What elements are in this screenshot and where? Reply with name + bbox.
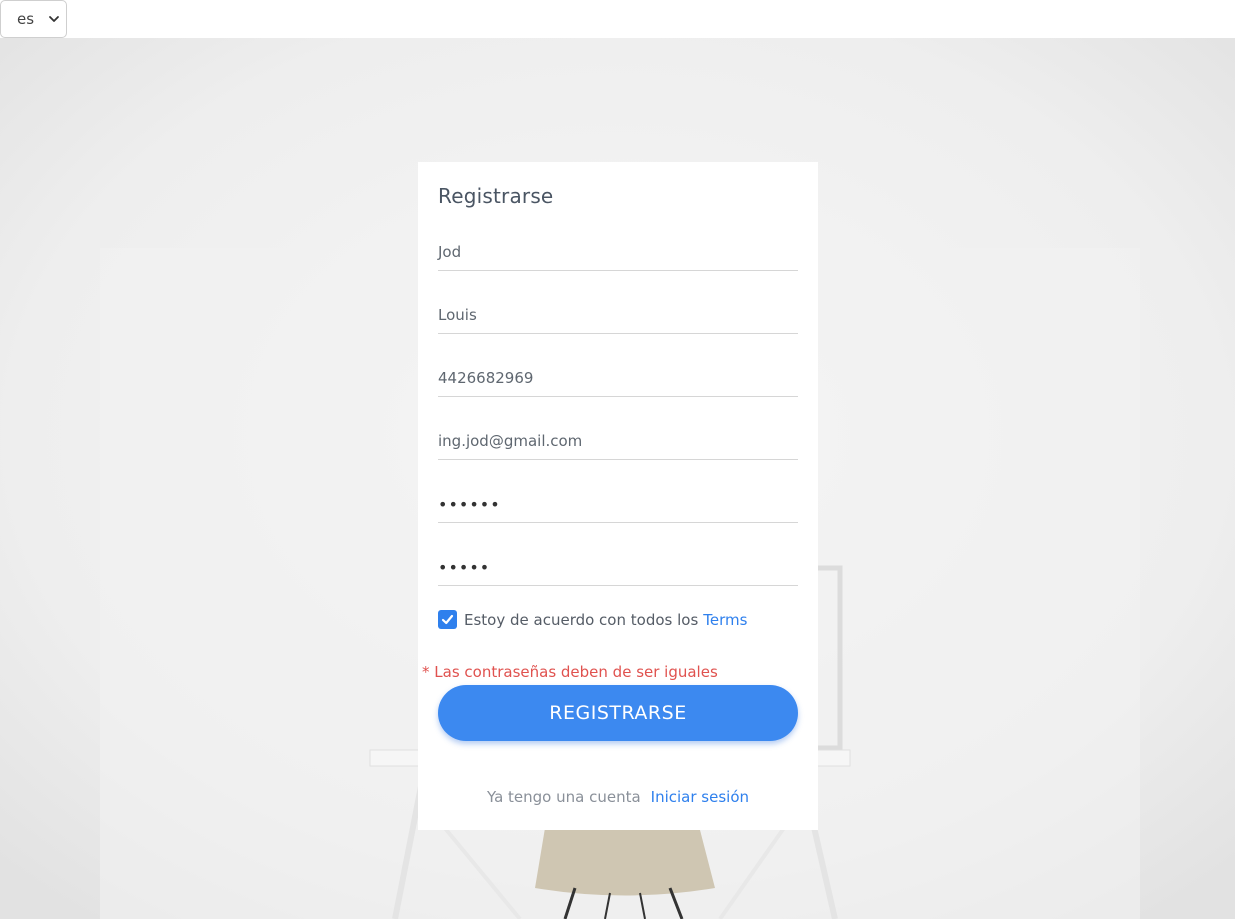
phone-field[interactable]: 4426682969 xyxy=(438,358,798,397)
last-name-field[interactable]: Louis xyxy=(438,295,798,334)
page-title: Registrarse xyxy=(438,184,554,208)
terms-link[interactable]: Terms xyxy=(703,611,747,629)
first-name-field[interactable]: Jod xyxy=(438,232,798,271)
have-account-text: Ya tengo una cuenta xyxy=(486,788,641,806)
terms-text: Estoy de acuerdo con todos los xyxy=(464,610,699,629)
language-select[interactable]: es xyxy=(0,0,67,38)
checkmark-icon xyxy=(441,614,454,625)
login-link[interactable]: Iniciar sesión xyxy=(651,788,749,806)
chevron-down-icon xyxy=(49,16,59,22)
register-card: Registrarse Jod Louis 4426682969 ing.jod… xyxy=(418,162,818,830)
terms-checkbox[interactable] xyxy=(438,610,457,629)
password-field[interactable]: •••••• xyxy=(438,484,798,523)
terms-row: Estoy de acuerdo con todos los Terms xyxy=(438,610,747,629)
login-prompt: Ya tengo una cuenta Iniciar sesión xyxy=(418,788,818,806)
email-field[interactable]: ing.jod@gmail.com xyxy=(438,421,798,460)
register-button[interactable]: REGISTRARSE xyxy=(438,685,798,741)
language-select-value: es xyxy=(17,10,35,28)
confirm-password-field[interactable]: ••••• xyxy=(438,547,798,586)
top-bar: es xyxy=(0,0,1235,38)
password-mismatch-error: * Las contraseñas deben de ser iguales xyxy=(422,663,718,681)
